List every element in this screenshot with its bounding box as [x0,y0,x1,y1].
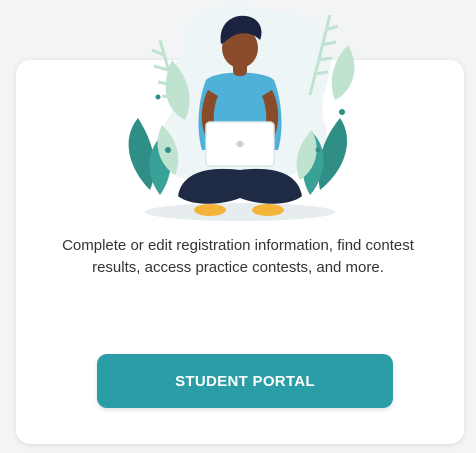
dot [315,147,321,153]
dot [339,109,345,115]
dot [165,147,171,153]
left-shoe [194,204,226,216]
portal-description: Complete or edit registration informatio… [62,237,414,276]
ground-shadow [145,203,335,221]
student-portal-button[interactable]: STUDENT PORTAL [97,354,393,408]
student-with-laptop-icon [128,5,355,221]
right-shoe [252,204,284,216]
dot [155,94,161,100]
laptop-logo [236,140,244,148]
pants [178,168,302,204]
